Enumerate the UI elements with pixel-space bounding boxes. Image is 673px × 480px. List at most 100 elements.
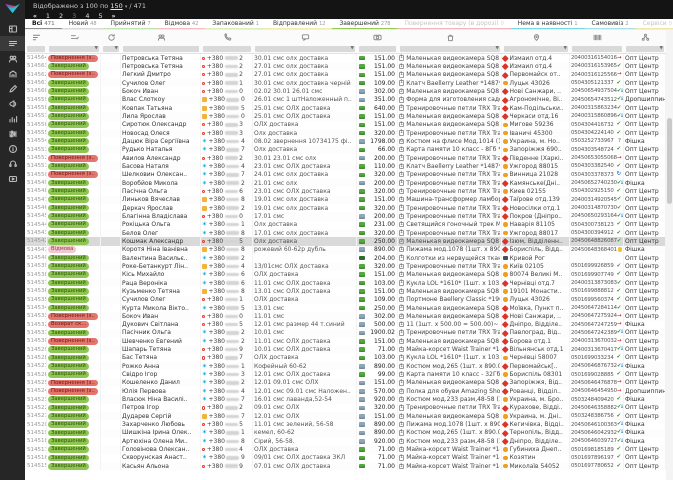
client-name[interactable]: Скворунская Анаст..: [121, 453, 201, 463]
sidebar-item-clients[interactable]: [0, 51, 25, 66]
order-row[interactable]: 514518 Завершений Артюхіна Олена Ми.. ✶ +380…: [25, 437, 666, 446]
status-badge[interactable]: Завершений: [48, 104, 89, 112]
ttn-number[interactable]: 0504304416732: [571, 122, 614, 128]
ttn-number[interactable]: 0501699907749: [571, 272, 614, 278]
chevron-down-icon[interactable]: ▾: [125, 4, 128, 10]
ttn-number[interactable]: 0501699033234: [571, 355, 614, 361]
status-badge[interactable]: Повернення (з..: [48, 154, 98, 162]
tab-services[interactable]: Сервіси 0: [635, 19, 673, 29]
ttn-number[interactable]: 20400316125566: [571, 72, 617, 78]
order-row[interactable]: 514555 Завершений Новосад Олеся +380 3 Олх до…: [25, 128, 666, 138]
client-name[interactable]: Линьков Вячеслав: [121, 195, 201, 204]
tab-packed[interactable]: Запакований 1: [205, 19, 266, 29]
client-name[interactable]: Ковпак Татьяна: [121, 103, 201, 113]
status-badge[interactable]: Повернення (з..: [48, 337, 98, 345]
column-header-comment[interactable]: [253, 33, 357, 42]
ttn-number[interactable]: 0501699028885: [571, 372, 614, 378]
client-name[interactable]: Сучилов Олег: [121, 78, 201, 88]
status-badge[interactable]: Завершений: [48, 163, 89, 170]
status-badge[interactable]: Повернення (з..: [48, 54, 98, 62]
status-badge[interactable]: Завершений: [48, 354, 89, 362]
status-badge[interactable]: Завершений: [48, 146, 89, 154]
ttn-number[interactable]: 20450654743512: [571, 97, 617, 103]
ttn-number[interactable]: 20400313670032: [571, 338, 617, 344]
sidebar-item-company[interactable]: [0, 66, 25, 81]
page-size-value[interactable]: 150: [110, 2, 122, 10]
client-name[interactable]: Воробйов Микола: [121, 178, 201, 188]
status-badge[interactable]: Відмова: [48, 246, 77, 254]
client-name[interactable]: Коротя Ніна Іванівна: [121, 245, 201, 254]
client-name[interactable]: Лила Ярослав: [121, 112, 201, 121]
sidebar-item-orders[interactable]: [0, 36, 25, 51]
order-row[interactable]: 514526 Завершений Свідро Ігор ✶ +380 3 12.01 с…: [25, 370, 666, 379]
ttn-number[interactable]: 20450646042932: [571, 430, 617, 436]
ttn-number[interactable]: 0501698185189: [571, 447, 614, 453]
ttn-number[interactable]: 0504305121337: [571, 80, 614, 86]
sidebar-item-settings[interactable]: [0, 126, 25, 141]
ttn-number[interactable]: 20450646476878: [571, 380, 617, 386]
ttn-number[interactable]: 0503248409420: [571, 397, 614, 403]
client-name[interactable]: Пасічна Ольга: [121, 187, 201, 196]
app-logo-icon[interactable]: [3, 2, 22, 15]
client-name[interactable]: Белов Олег: [121, 228, 201, 238]
ttn-number[interactable]: 20450646454950: [571, 388, 617, 394]
order-row[interactable]: 514537 Завершений Раца Вероніка ✶ +380 6 11.01…: [25, 278, 666, 288]
ttn-number[interactable]: 20450647275924: [571, 313, 617, 319]
ttn-number[interactable]: 0501699888812: [571, 288, 614, 294]
ttn-number[interactable]: 20450647247259: [571, 322, 617, 328]
client-name[interactable]: Юлія Первова: [121, 387, 201, 396]
ttn-number[interactable]: 0501697780652: [571, 463, 614, 469]
order-row[interactable]: 514522 Завершений Петров Ігор +380 2 09.01 см…: [25, 403, 666, 413]
column-header-source[interactable]: [624, 33, 666, 42]
status-badge[interactable]: Завершений: [48, 271, 89, 279]
ttn-number[interactable]: 0501697896197: [571, 455, 614, 461]
client-name[interactable]: Сучилов Олег: [121, 295, 201, 304]
tab-sent[interactable]: Відправлений 12: [265, 19, 333, 29]
order-row[interactable]: 514539 Завершений Роке-Бетанкурт Лін.. +380…: [25, 262, 666, 271]
column-header-phone[interactable]: [201, 33, 253, 42]
client-name[interactable]: Кошмак Александр: [121, 237, 201, 246]
order-row[interactable]: 514554 Завершений Дацюк Віра Сергіївна ✶ +38…: [25, 137, 666, 146]
status-badge[interactable]: Повернення (з..: [48, 312, 98, 320]
ttn-number[interactable]: 0504304224140: [571, 130, 614, 136]
tab-accepted[interactable]: Прийнятий 7: [103, 19, 158, 29]
client-name[interactable]: Кузьменко Тетяна: [121, 287, 201, 296]
client-name[interactable]: Легкий Дмитро: [121, 70, 201, 79]
client-name[interactable]: Сиротюк Олександр: [121, 120, 201, 129]
order-row[interactable]: 514543 Завершений Белов Олег ✶ +380 8 17.01 см…: [25, 228, 666, 238]
order-row[interactable]: 514533 Повернення (з.. Бокоч Иван +380 0 11.0…: [25, 312, 666, 321]
client-name[interactable]: Головінова Олексан..: [121, 445, 201, 454]
filter-source[interactable]: ▼: [626, 45, 664, 52]
column-header-payment[interactable]: [357, 33, 398, 42]
vertical-scrollbar[interactable]: [666, 30, 673, 480]
order-row[interactable]: 514556 Завершений Сиротюк Олександр +380 3 ОЛ…: [25, 120, 666, 129]
client-name[interactable]: Свідро Ігор: [121, 370, 201, 379]
client-name[interactable]: Дацюк Віра Сергіївна: [121, 137, 201, 146]
ttn-number[interactable]: 20400315860896: [571, 113, 617, 119]
status-badge[interactable]: Завершений: [48, 462, 89, 470]
status-badge[interactable]: Завершений: [48, 421, 89, 428]
column-header-channel[interactable]: [101, 33, 121, 42]
status-badge[interactable]: Завершений: [48, 371, 89, 379]
ttn-number[interactable]: 20450653055068: [571, 155, 617, 161]
client-name[interactable]: Петровська Тетяна: [121, 54, 201, 63]
ttn-number[interactable]: 20450648826087: [571, 238, 617, 244]
client-name[interactable]: Авилов Александр: [121, 153, 201, 163]
client-name[interactable]: Шелковин Олексан..: [121, 170, 201, 179]
ttn-number[interactable]: 20400316153965: [571, 63, 617, 69]
status-badge[interactable]: Повернення (з..: [48, 71, 98, 79]
ttn-number[interactable]: 20400316154016: [571, 55, 617, 61]
sidebar-item-info[interactable]: [0, 141, 25, 156]
status-badge[interactable]: Завершений: [48, 179, 89, 187]
order-row[interactable]: 514538 Завершений Кісь Михайло ✶ +380 6 ОЛХ до…: [25, 270, 666, 279]
sidebar-item-support[interactable]: [0, 156, 25, 171]
client-name[interactable]: Дукович Світлана: [121, 320, 201, 329]
ttn-number[interactable]: 0504300394912: [571, 230, 614, 236]
status-badge[interactable]: Завершений: [48, 412, 89, 420]
client-name[interactable]: Шишкіна Ірина Олек..: [121, 428, 201, 438]
tab-refused[interactable]: Відмова 42: [157, 19, 206, 29]
order-row[interactable]: 514557 Завершений Лила Ярослав +380 0 25.01 с…: [25, 112, 666, 121]
order-row[interactable]: 514549 Завершений Воробйов Микола ✶ +380 2 21.…: [25, 178, 666, 188]
ttn-number[interactable]: 20450646876732: [571, 363, 617, 369]
status-badge[interactable]: Завершений: [48, 346, 89, 354]
